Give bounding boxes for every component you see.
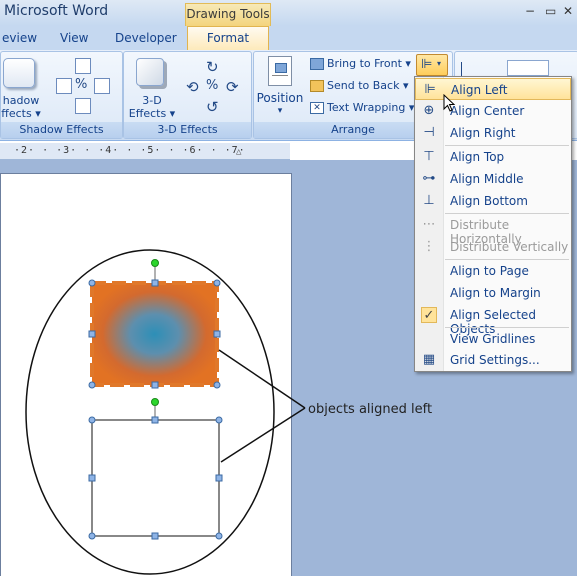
menu-item-grid-settings[interactable]: ▦ Grid Settings... [415, 349, 571, 371]
three-d-effects-button[interactable]: 3-D Effects ▾ [128, 94, 176, 120]
menu-item-distribute-horizontally[interactable]: ⋯ Distribute Horizontally [415, 214, 571, 246]
text-wrapping-button[interactable]: ✕ Text Wrapping ▾ [310, 100, 414, 116]
bring-to-front-icon [310, 58, 324, 70]
menu-item-align-center[interactable]: ⊕ Align Center [415, 100, 571, 122]
menu-item-align-to-margin[interactable]: Align to Margin [415, 282, 571, 304]
three-d-effects-icon [136, 58, 164, 86]
position-label: Position [256, 91, 304, 105]
document-page [0, 173, 292, 576]
tab-view[interactable]: View [60, 31, 88, 45]
align-right-icon: ⊣ [423, 125, 435, 140]
drawing-tools-context-tab: Drawing Tools [185, 3, 271, 27]
menu-item-align-to-page[interactable]: Align to Page [415, 260, 571, 282]
distribute-vertical-icon: ⋮ [422, 239, 436, 254]
maximize-icon[interactable]: ▭ [545, 4, 556, 18]
position-dropdown-arrow: ▾ [277, 106, 283, 116]
align-button-icon: ⊫ [421, 57, 433, 72]
menu-label: Distribute Vertically [450, 240, 569, 254]
three-d-effects-line1: 3-D [142, 94, 162, 107]
three-d-effects-group: 3-D Effects ▾ ↻ ⟲ % ⟳ ↺ 3-D Effects [123, 51, 252, 139]
minimize-icon[interactable]: − [525, 4, 535, 18]
three-d-effects-line2: Effects ▾ [128, 107, 176, 120]
text-wrapping-label: Text Wrapping ▾ [327, 101, 415, 114]
menu-item-align-right[interactable]: ⊣ Align Right [415, 122, 571, 144]
send-to-back-icon [310, 80, 324, 92]
align-dropdown-button[interactable]: ⊫ ▾ [416, 54, 448, 76]
position-button[interactable]: Position ▾ [254, 92, 306, 118]
align-dropdown-arrow-icon: ▾ [437, 59, 442, 68]
menu-item-align-top[interactable]: ⊤ Align Top [415, 146, 571, 168]
menu-label: Align Left [451, 83, 508, 97]
ruler-ticks: ·2· · ·3· · ·4· · ·5· · ·6· · ·7· [14, 145, 246, 156]
position-line-icon [272, 75, 288, 76]
menu-label: View Gridlines [450, 332, 536, 346]
menu-label: Grid Settings... [450, 353, 540, 367]
menu-item-distribute-vertically[interactable]: ⋮ Distribute Vertically [415, 236, 571, 258]
shadow-effects-button[interactable]: hadow ffects ▾ [1, 94, 41, 120]
checkmark-icon: ✓ [421, 307, 437, 323]
tilt-left-icon[interactable]: ⟲ [186, 78, 199, 96]
distribute-horizontal-icon: ⋯ [422, 217, 436, 232]
menu-label: Align to Page [450, 264, 529, 278]
align-bottom-icon: ⊥ [423, 193, 435, 208]
app-title: Microsoft Word [4, 3, 109, 19]
text-wrapping-icon: ✕ [310, 102, 324, 114]
three-d-effects-label: 3-D Effects [124, 122, 251, 138]
ruler-indent-marker-icon[interactable]: △ [236, 147, 242, 157]
menu-label: Align to Margin [450, 286, 541, 300]
ribbon-tab-bar: eview View Developer Format [0, 26, 577, 51]
three-d-toggle-icon[interactable]: % [206, 78, 218, 93]
shadow-effects-line1: hadow [2, 94, 40, 107]
height-icon [461, 62, 472, 76]
close-icon[interactable]: ✕ [563, 4, 573, 18]
position-icon [268, 56, 292, 86]
shadow-effects-icon [3, 58, 35, 88]
tab-format[interactable]: Format [187, 26, 269, 51]
menu-item-align-selected-objects[interactable]: ✓ Align Selected Objects [415, 304, 571, 336]
nudge-shadow-right-icon[interactable] [94, 78, 110, 94]
horizontal-ruler: ·2· · ·3· · ·4· · ·5· · ·6· · ·7· △ [0, 143, 290, 160]
menu-label: Align Bottom [450, 194, 528, 208]
align-menu: ⊫ Align Left ⊕ Align Center ⊣ Align Righ… [414, 76, 572, 372]
callout-text: objects aligned left [308, 402, 433, 417]
tab-review[interactable]: eview [2, 31, 37, 45]
align-center-icon: ⊕ [423, 103, 435, 118]
nudge-shadow-down-icon[interactable] [75, 98, 91, 114]
title-bar: Microsoft Word Drawing Tools − ▭ ✕ [0, 0, 577, 27]
menu-item-align-middle[interactable]: ⊶ Align Middle [415, 168, 571, 190]
send-to-back-button[interactable]: Send to Back ▾ [310, 78, 408, 94]
tilt-right-icon[interactable]: ⟳ [226, 78, 239, 96]
grid-icon: ▦ [422, 352, 436, 367]
shadow-toggle-icon[interactable]: % [75, 78, 89, 92]
tilt-up-icon[interactable]: ↻ [206, 58, 219, 76]
menu-item-align-left[interactable]: ⊫ Align Left [415, 78, 571, 100]
menu-label: Align Top [450, 150, 505, 164]
align-left-icon: ⊫ [424, 82, 436, 97]
send-to-back-label: Send to Back ▾ [327, 79, 409, 92]
nudge-shadow-left-icon[interactable] [56, 78, 72, 94]
bring-to-front-label: Bring to Front ▾ [327, 57, 411, 70]
nudge-shadow-up-icon[interactable] [75, 58, 91, 74]
shadow-effects-line2: ffects ▾ [1, 107, 41, 120]
menu-label: Align Right [450, 126, 516, 140]
menu-item-view-gridlines[interactable]: View Gridlines [415, 328, 571, 350]
position-picture-icon [275, 63, 287, 73]
menu-item-align-bottom[interactable]: ⊥ Align Bottom [415, 190, 571, 212]
shadow-effects-group: hadow ffects ▾ % Shadow Effects [0, 51, 123, 139]
word-window: Microsoft Word Drawing Tools − ▭ ✕ eview… [0, 0, 577, 576]
menu-label: Align Middle [450, 172, 524, 186]
shadow-effects-label: Shadow Effects [1, 122, 122, 138]
height-input[interactable] [507, 60, 549, 76]
mouse-cursor-icon [443, 94, 456, 112]
tilt-down-icon[interactable]: ↺ [206, 98, 219, 116]
align-top-icon: ⊤ [423, 149, 435, 164]
bring-to-front-button[interactable]: Bring to Front ▾ [310, 56, 411, 72]
menu-label: Align Center [450, 104, 525, 118]
tab-developer[interactable]: Developer [115, 31, 177, 45]
align-middle-icon: ⊶ [422, 171, 436, 186]
